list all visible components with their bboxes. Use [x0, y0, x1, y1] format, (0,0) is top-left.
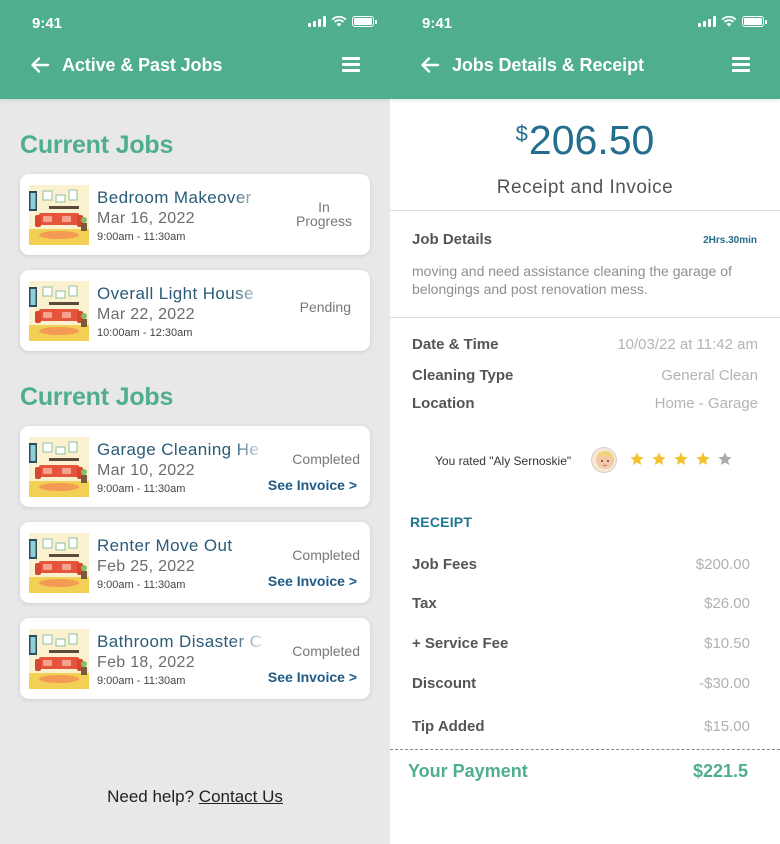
section-title-past-jobs: Current Jobs: [20, 383, 174, 411]
jobs-screen: 9:41 Active & Past Jobs Current Jobs Bed…: [0, 0, 390, 844]
job-thumbnail: [29, 437, 89, 497]
job-time: 9:00am - 11:30am: [97, 483, 186, 495]
fee-label: + Service Fee: [412, 635, 509, 652]
job-name: Garage Cleaning He: [97, 440, 260, 459]
job-time: 9:00am - 11:30am: [97, 675, 186, 687]
receipt-title: Receipt and Invoice: [496, 177, 674, 198]
divider: [390, 210, 780, 211]
cellular-signal-icon: [308, 15, 326, 27]
info-value: Home - Garage: [654, 395, 758, 412]
star-icon: [696, 452, 710, 465]
job-status: Completed: [292, 643, 360, 659]
job-status: Completed: [292, 547, 360, 563]
job-date: Mar 10, 2022: [97, 462, 195, 479]
wifi-icon: [331, 15, 347, 27]
job-description: moving and need assistance cleaning the …: [412, 263, 732, 297]
see-invoice-link[interactable]: See Invoice >: [268, 669, 357, 685]
battery-icon: [742, 15, 767, 27]
status-icons: [698, 15, 767, 27]
rating-text: You rated "Aly Sernoskie": [435, 454, 572, 468]
job-card[interactable]: Garage Cleaning He Mar 10, 2022 9:00am -…: [20, 426, 370, 507]
total-amount: $206.50: [390, 117, 780, 164]
battery-icon: [352, 15, 377, 27]
job-card[interactable]: Overall Light House Mar 22, 2022 10:00am…: [20, 270, 370, 351]
page-title: Active & Past Jobs: [62, 55, 223, 75]
star-icon: [718, 452, 732, 465]
cellular-signal-icon: [698, 15, 716, 27]
job-name: Renter Move Out: [97, 536, 233, 555]
status-time: 9:41: [422, 15, 453, 32]
job-name: Bathroom Disaster C: [97, 632, 263, 651]
fee-label: Tax: [412, 595, 437, 612]
job-date: Feb 25, 2022: [97, 558, 195, 575]
info-value: General Clean: [661, 367, 758, 384]
arrow-left-icon[interactable]: [419, 54, 441, 76]
info-label: Location: [412, 395, 475, 412]
job-time: 9:00am - 11:30am: [97, 231, 186, 243]
app-header: 9:41 Jobs Details & Receipt: [390, 0, 780, 99]
page-title: Jobs Details & Receipt: [452, 55, 644, 75]
status-icons: [308, 15, 377, 27]
cleaner-avatar: [591, 447, 617, 473]
receipt-section-label: RECEIPT: [410, 514, 473, 530]
fee-label: Discount: [412, 675, 477, 692]
star-icon: [630, 452, 644, 465]
fee-label: Job Fees: [412, 556, 478, 573]
job-card[interactable]: Renter Move Out Feb 25, 2022 9:00am - 11…: [20, 522, 370, 603]
job-status-line: In: [318, 199, 330, 215]
fee-value: $26.00: [704, 595, 750, 612]
see-invoice-link[interactable]: See Invoice >: [268, 477, 357, 493]
star-icon: [652, 452, 666, 465]
star-icon: [674, 452, 688, 465]
app-header: 9:41 Active & Past Jobs: [0, 0, 390, 99]
help-text: Need help?: [107, 787, 195, 806]
status-time: 9:41: [32, 15, 63, 32]
info-label: Cleaning Type: [412, 367, 514, 384]
fee-value: $10.50: [704, 635, 750, 652]
dashed-divider: [390, 749, 780, 750]
job-thumbnail: [29, 185, 89, 245]
job-date: Mar 22, 2022: [97, 306, 195, 323]
job-status-line: Progress: [295, 213, 353, 229]
info-label: Date & Time: [412, 336, 499, 353]
job-date: Feb 18, 2022: [97, 654, 195, 671]
rating-stars: [629, 451, 733, 467]
hamburger-menu-icon[interactable]: [732, 57, 750, 73]
wifi-icon: [721, 15, 737, 27]
help-footer: Need help? Contact Us: [0, 787, 390, 807]
payment-value: $221.5: [692, 761, 748, 781]
info-value: 10/03/22 at 11:42 am: [617, 336, 758, 353]
job-thumbnail: [29, 533, 89, 593]
job-name: Bedroom Makeover: [97, 188, 252, 207]
job-status: Completed: [292, 451, 360, 467]
fee-value: $200.00: [695, 556, 750, 573]
payment-label: Your Payment: [408, 761, 528, 781]
job-card[interactable]: Bedroom Makeover Mar 16, 2022 9:00am - 1…: [20, 174, 370, 255]
contact-us-link[interactable]: Contact Us: [199, 787, 283, 806]
fee-label: Tip Added: [412, 718, 485, 735]
job-details-label: Job Details: [412, 231, 493, 248]
job-card[interactable]: Bathroom Disaster C Feb 18, 2022 9:00am …: [20, 618, 370, 699]
nav-bar: Active & Past Jobs: [0, 50, 390, 80]
see-invoice-link[interactable]: See Invoice >: [268, 573, 357, 589]
receipt-screen: 9:41 Jobs Details & Receipt $206.50 Rece…: [390, 0, 780, 844]
hamburger-menu-icon[interactable]: [342, 57, 360, 73]
fee-value: -$30.00: [699, 675, 750, 692]
job-date: Mar 16, 2022: [97, 210, 195, 227]
job-time: 9:00am - 11:30am: [97, 579, 186, 591]
section-title-current-jobs: Current Jobs: [20, 131, 174, 159]
fee-value: $15.00: [704, 718, 750, 735]
nav-bar: Jobs Details & Receipt: [390, 50, 780, 80]
divider: [390, 317, 780, 318]
job-name: Overall Light House: [97, 284, 254, 303]
job-thumbnail: [29, 281, 89, 341]
job-status: In Progress: [294, 200, 354, 228]
arrow-left-icon[interactable]: [29, 54, 51, 76]
job-duration: 2Hrs.30min: [703, 235, 757, 246]
currency-symbol: $: [515, 121, 528, 146]
job-thumbnail: [29, 629, 89, 689]
amount-value: 206.50: [528, 117, 655, 163]
job-status: Pending: [299, 299, 351, 315]
job-time: 10:00am - 12:30am: [97, 327, 193, 339]
